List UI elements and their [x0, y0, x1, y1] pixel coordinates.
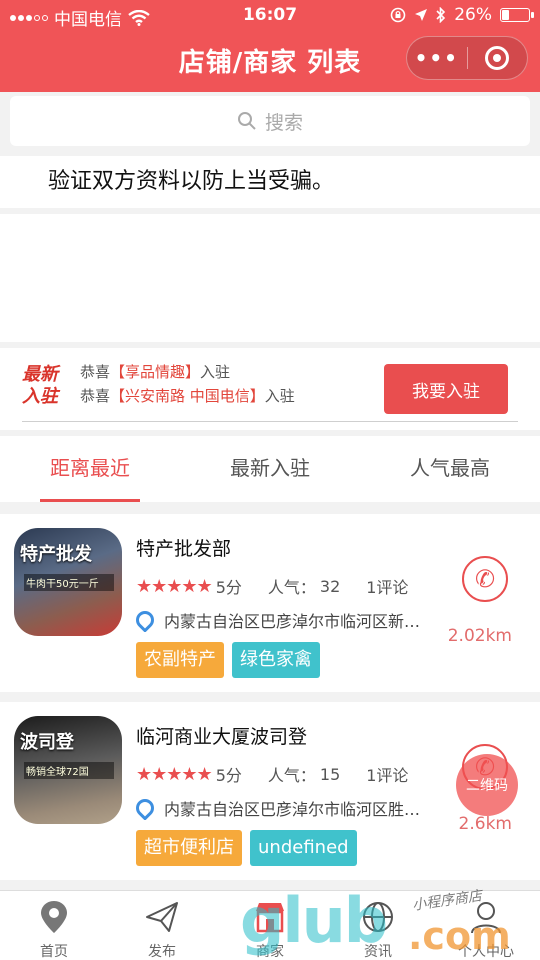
shop-distance: 2.02km	[447, 626, 512, 646]
shop-name[interactable]: 临河商业大厦波司登	[136, 722, 307, 749]
popularity-count: 32	[319, 576, 341, 596]
thumbnail-sign: 特产批发	[20, 544, 92, 565]
bottom-tab-home[interactable]: 首页	[0, 891, 108, 960]
globe-icon	[363, 902, 393, 932]
miniprogram-capsule: •••	[406, 36, 528, 80]
more-menu-button[interactable]: •••	[407, 46, 467, 70]
popularity-count: 15	[319, 764, 341, 784]
bottom-tab-merchants[interactable]: 商家	[216, 891, 324, 960]
user-icon	[471, 902, 501, 934]
announcement-suffix: 入驻	[264, 387, 295, 405]
rating-score: 5分	[215, 578, 242, 597]
sort-tabs: 距离最近 最新入驻 人气最高	[0, 436, 540, 502]
location-pin-icon	[136, 608, 158, 632]
settler-name: 【兴安南路 中国电信】	[110, 387, 265, 405]
bottom-tab-label: 资讯	[364, 944, 392, 960]
location-pin-icon	[41, 901, 67, 933]
settler-announcement: 恭喜【兴安南路 中国电信】入驻	[80, 384, 295, 408]
settler-name: 【享品情趣】	[110, 363, 201, 381]
bottom-tab-label: 首页	[40, 944, 68, 960]
address-text: 内蒙古自治区巴彦淖尔市临河区胜…	[164, 800, 421, 819]
shop-rating: ★★★★★ 5分 人气： 15 1评论	[136, 762, 408, 786]
rotation-lock-icon	[390, 7, 406, 23]
shop-card[interactable]: 特产批发 牛肉干50元一斤 特产批发部 ★★★★★ 5分 人气： 32 1评论 …	[0, 514, 540, 692]
shop-thumbnail[interactable]: 特产批发 牛肉干50元一斤	[14, 528, 122, 636]
new-settlers-logo: 最新 入驻	[22, 364, 72, 408]
bottom-tab-label: 发布	[148, 944, 176, 960]
shop-thumbnail[interactable]: 波司登 畅销全球72国	[14, 716, 122, 824]
tab-nearest[interactable]: 距离最近	[0, 436, 180, 502]
bottom-tab-profile[interactable]: 个人中心	[432, 891, 540, 960]
shop-rating: ★★★★★ 5分 人气： 32 1评论	[136, 574, 408, 598]
popularity-label: 人气：	[267, 578, 316, 597]
tab-popular[interactable]: 人气最高	[360, 436, 540, 502]
announcement-prefix: 恭喜	[80, 363, 111, 381]
settler-announcements: 恭喜【享品情趣】入驻 恭喜【兴安南路 中国电信】入驻	[80, 360, 295, 408]
search-input[interactable]: 搜索	[10, 96, 530, 146]
rating-score: 5分	[215, 766, 242, 785]
safety-notice: 验证双方资料以防上当受骗。	[0, 156, 540, 208]
battery-percent: 26%	[454, 5, 492, 25]
settler-announcement: 恭喜【享品情趣】入驻	[80, 360, 295, 384]
search-icon	[237, 112, 256, 130]
announcement-suffix: 入驻	[200, 363, 231, 381]
divider	[22, 421, 518, 422]
popularity-label: 人气：	[267, 766, 316, 785]
location-pin-icon	[136, 796, 158, 820]
thumbnail-sign: 波司登	[20, 732, 74, 753]
category-tag[interactable]: undefined	[250, 830, 357, 866]
app-header: 中国电信 16:07 26% 店铺/商家 列表 •••	[0, 0, 540, 92]
bluetooth-icon	[436, 7, 446, 23]
category-tag[interactable]: 绿色家禽	[232, 642, 320, 678]
status-bar: 中国电信 16:07 26%	[0, 0, 540, 30]
target-icon	[485, 46, 510, 70]
logo-line-1: 最新	[22, 364, 58, 385]
qr-code-button[interactable]: 二维码	[456, 754, 518, 816]
shop-distance: 2.6km	[458, 814, 512, 834]
category-tag[interactable]: 农副特产	[136, 642, 224, 678]
shop-icon	[256, 903, 284, 933]
bottom-tab-news[interactable]: 资讯	[324, 891, 432, 960]
address-text: 内蒙古自治区巴彦淖尔市临河区新…	[164, 612, 421, 631]
shop-name[interactable]: 特产批发部	[136, 534, 231, 561]
search-area: 搜索	[0, 92, 540, 152]
bottom-tab-publish[interactable]: 发布	[108, 891, 216, 960]
battery-level	[502, 10, 510, 20]
announcement-prefix: 恭喜	[80, 387, 111, 405]
location-arrow-icon	[415, 9, 428, 21]
shop-tags: 农副特产 绿色家禽	[136, 642, 320, 678]
comment-count: 1评论	[366, 578, 409, 597]
phone-icon: ✆	[474, 565, 496, 593]
comment-count: 1评论	[366, 766, 409, 785]
star-rating-icon: ★★★★★	[136, 763, 213, 785]
paper-plane-icon	[146, 902, 178, 932]
thumbnail-caption: 畅销全球72国	[24, 762, 114, 779]
search-placeholder: 搜索	[264, 111, 303, 134]
bottom-tab-bar: 首页 发布 商家 资讯 个人中心	[0, 890, 540, 960]
status-right: 26%	[390, 5, 534, 25]
call-button[interactable]: ✆	[462, 556, 508, 602]
banner-area	[0, 214, 540, 342]
bottom-tab-label: 个人中心	[458, 944, 514, 960]
shop-address[interactable]: 内蒙古自治区巴彦淖尔市临河区胜…	[136, 796, 446, 820]
thumbnail-caption: 牛肉干50元一斤	[24, 574, 114, 591]
close-miniprogram-button[interactable]	[467, 46, 527, 70]
shop-address[interactable]: 内蒙古自治区巴彦淖尔市临河区新…	[136, 608, 446, 632]
join-button[interactable]: 我要入驻	[384, 364, 508, 414]
battery-icon	[500, 8, 534, 22]
category-tag[interactable]: 超市便利店	[136, 830, 242, 866]
bottom-tab-label: 商家	[256, 944, 284, 960]
star-rating-icon: ★★★★★	[136, 575, 213, 597]
shop-tags: 超市便利店 undefined	[136, 830, 357, 866]
tab-newest[interactable]: 最新入驻	[180, 436, 360, 502]
logo-line-2: 入驻	[22, 386, 58, 407]
new-settlers-panel: 最新 入驻 恭喜【享品情趣】入驻 恭喜【兴安南路 中国电信】入驻 我要入驻	[0, 348, 540, 430]
